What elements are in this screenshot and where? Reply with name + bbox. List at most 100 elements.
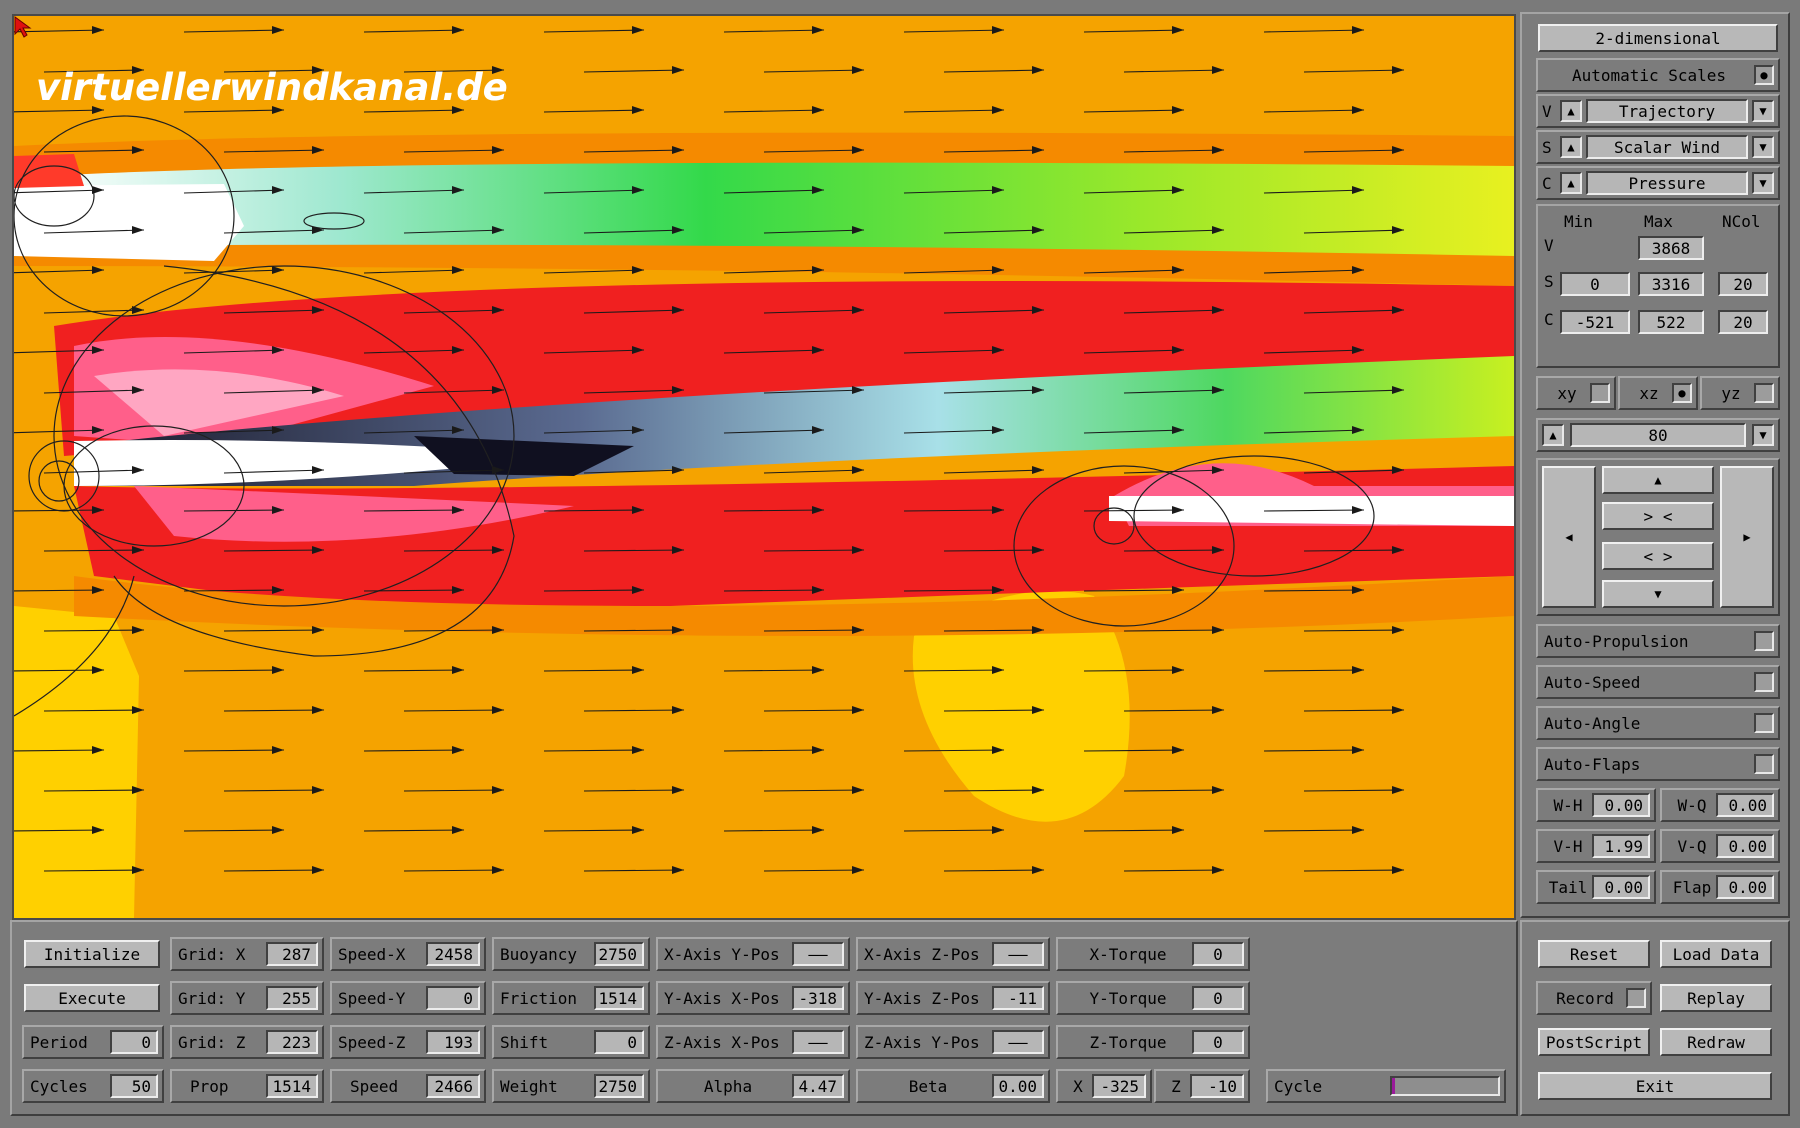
execute-button[interactable]: Execute <box>24 984 160 1012</box>
slice-value[interactable]: 80 <box>1570 423 1746 447</box>
param-value[interactable]: 0.00 <box>1716 793 1774 817</box>
flow-visualization[interactable]: virtuellerwindkanal.de <box>12 14 1516 920</box>
param-tail: Tail 0.00 <box>1536 870 1656 904</box>
selector-value[interactable]: Pressure <box>1586 171 1748 195</box>
field-value[interactable]: —— <box>992 942 1044 966</box>
grid-z-field: Grid: Z 223 <box>170 1025 324 1059</box>
field-label: Prop <box>190 1076 229 1096</box>
plane-xy-checkbox[interactable] <box>1590 383 1610 403</box>
field-value[interactable]: 287 <box>266 942 318 966</box>
param-value[interactable]: 0.00 <box>1592 875 1650 899</box>
arrow-down-icon: ▼ <box>1759 176 1767 190</box>
flow-arrow-icon <box>1123 706 1225 714</box>
range-v-max[interactable]: 3868 <box>1638 236 1704 260</box>
range-c-ncol[interactable]: 20 <box>1718 310 1768 334</box>
field-value[interactable]: 4.47 <box>792 1074 844 1098</box>
param-value[interactable]: 1.99 <box>1592 834 1650 858</box>
field-value[interactable]: 193 <box>426 1030 480 1054</box>
selector-dropdown-button[interactable]: ▼ <box>1752 136 1774 158</box>
selector-value[interactable]: Trajectory <box>1586 99 1748 123</box>
selector-prev-button[interactable]: ▲ <box>1560 172 1582 194</box>
plane-yz-checkbox[interactable] <box>1754 383 1774 403</box>
range-s-min[interactable]: 0 <box>1560 272 1630 296</box>
postscript-button[interactable]: PostScript <box>1538 1028 1650 1056</box>
pan-up-button[interactable]: ▲ <box>1602 466 1714 494</box>
auto-angle-checkbox[interactable] <box>1754 713 1774 733</box>
selector-value[interactable]: Scalar Wind <box>1586 135 1748 159</box>
param-value[interactable]: 0.00 <box>1716 875 1774 899</box>
flow-arrow-icon <box>763 466 865 474</box>
selector-prev-button[interactable]: ▲ <box>1560 136 1582 158</box>
record-checkbox[interactable] <box>1626 988 1646 1008</box>
field-value[interactable]: 0 <box>1192 942 1244 966</box>
flow-arrow-icon <box>1123 306 1225 314</box>
param-value[interactable]: 0.00 <box>1716 834 1774 858</box>
range-s-ncol[interactable]: 20 <box>1718 272 1768 296</box>
exit-button[interactable]: Exit <box>1538 1072 1772 1100</box>
field-value[interactable]: 2750 <box>594 942 644 966</box>
flow-arrow-icon <box>183 586 285 594</box>
field-value[interactable]: 1514 <box>594 986 644 1010</box>
replay-button[interactable]: Replay <box>1660 984 1772 1012</box>
pan-right-button[interactable]: ▶ <box>1720 466 1774 608</box>
auto-speed-checkbox[interactable] <box>1754 672 1774 692</box>
redraw-button[interactable]: Redraw <box>1660 1028 1772 1056</box>
selector-prev-button[interactable]: ▲ <box>1560 100 1582 122</box>
field-value[interactable]: 0 <box>426 986 480 1010</box>
pan-left-button[interactable]: ◀ <box>1542 466 1596 608</box>
selector-dropdown-button[interactable]: ▼ <box>1752 100 1774 122</box>
field-value[interactable]: 223 <box>266 1030 318 1054</box>
param-value[interactable]: 0.00 <box>1592 793 1650 817</box>
flow-arrow-icon <box>14 586 105 594</box>
field-value[interactable]: 0 <box>1192 1030 1244 1054</box>
load-data-button[interactable]: Load Data <box>1660 940 1772 968</box>
zoom-in-button[interactable]: > < <box>1602 502 1714 530</box>
initialize-button[interactable]: Initialize <box>24 940 160 968</box>
range-c-max[interactable]: 522 <box>1638 310 1704 334</box>
flow-arrow-icon <box>363 586 465 594</box>
field-value[interactable]: -325 <box>1092 1074 1146 1098</box>
flow-arrow-icon <box>43 546 145 554</box>
auto-flaps-checkbox[interactable] <box>1754 754 1774 774</box>
flow-arrow-icon <box>43 466 145 474</box>
field-value[interactable]: —— <box>792 942 844 966</box>
flow-arrow-icon <box>943 66 1045 74</box>
mode-button[interactable]: 2-dimensional <box>1538 24 1778 52</box>
flow-arrow-icon <box>943 306 1045 314</box>
plane-xz-checkbox[interactable]: ● <box>1672 383 1692 403</box>
field-label: Alpha <box>703 1076 753 1096</box>
field-value[interactable]: 0 <box>1192 986 1244 1010</box>
pan-down-button[interactable]: ▼ <box>1602 580 1714 608</box>
field-value[interactable]: 0 <box>594 1030 644 1054</box>
field-value[interactable]: —— <box>992 1030 1044 1054</box>
zoom-out-button[interactable]: < > <box>1602 542 1714 570</box>
auto-scales-checkbox[interactable]: ● <box>1754 65 1774 85</box>
field-value[interactable]: 0 <box>110 1030 158 1054</box>
field-value[interactable]: 50 <box>110 1074 158 1098</box>
range-c-min[interactable]: -521 <box>1560 310 1630 334</box>
field-value[interactable]: -10 <box>1190 1074 1244 1098</box>
auto-propulsion-checkbox[interactable] <box>1754 631 1774 651</box>
field-value[interactable]: 2750 <box>594 1074 644 1098</box>
slice-up-button[interactable]: ▲ <box>1542 424 1564 446</box>
flow-arrow-icon <box>763 546 865 554</box>
flow-arrow-icon <box>1123 466 1225 474</box>
y-axis-z-pos-field: Y-Axis Z-Pos -11 <box>856 981 1050 1015</box>
slice-down-button[interactable]: ▼ <box>1752 424 1774 446</box>
reset-button[interactable]: Reset <box>1538 940 1650 968</box>
field-value[interactable]: 1514 <box>266 1074 318 1098</box>
cycle-progress-fill <box>1392 1078 1396 1094</box>
field-value[interactable]: —— <box>792 1030 844 1054</box>
flow-arrow-icon <box>583 786 685 794</box>
field-value[interactable]: 2458 <box>426 942 480 966</box>
range-s-max[interactable]: 3316 <box>1638 272 1704 296</box>
field-value[interactable]: -11 <box>992 986 1044 1010</box>
field-label: X-Torque <box>1089 944 1167 964</box>
buoyancy-field: Buoyancy 2750 <box>492 937 650 971</box>
field-value[interactable]: 2466 <box>426 1074 480 1098</box>
selector-dropdown-button[interactable]: ▼ <box>1752 172 1774 194</box>
field-value[interactable]: 0.00 <box>992 1074 1044 1098</box>
field-value[interactable]: -318 <box>792 986 844 1010</box>
flow-arrow-icon <box>1123 146 1225 154</box>
field-value[interactable]: 255 <box>266 986 318 1010</box>
